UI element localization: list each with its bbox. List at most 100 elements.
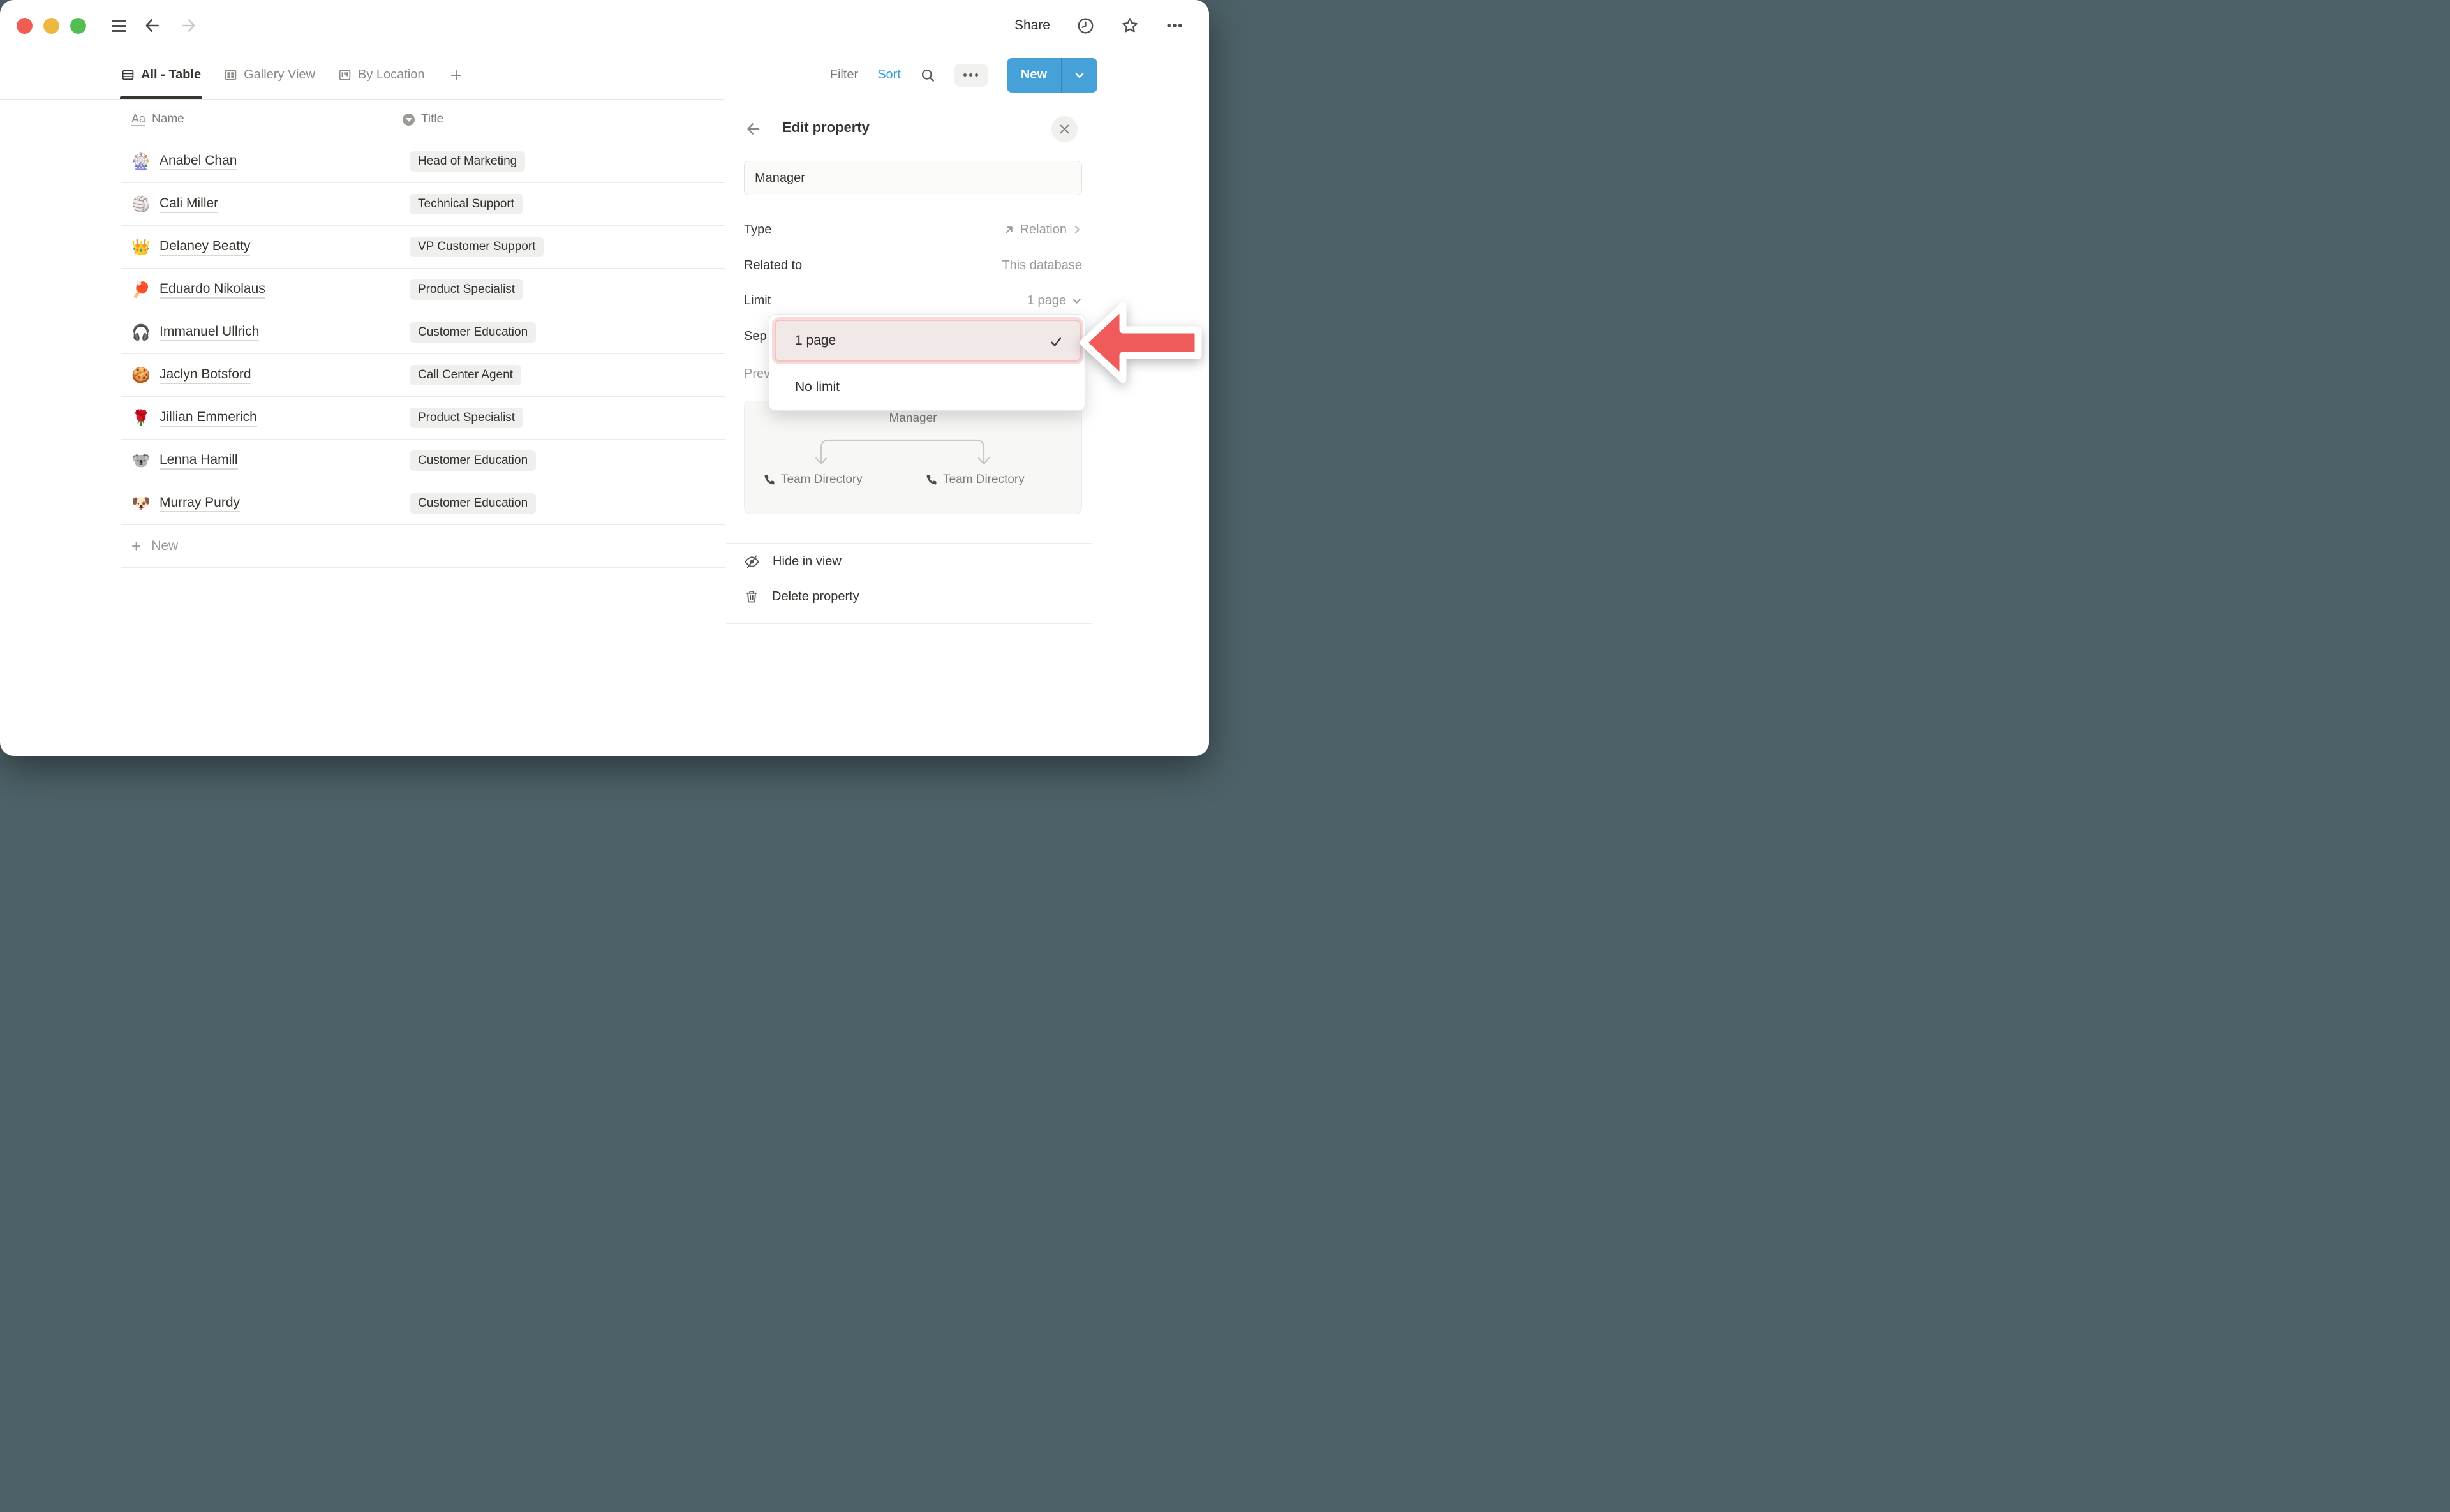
minimize-window-button[interactable] (43, 18, 59, 34)
table-icon (121, 68, 135, 82)
title-cell[interactable]: Call Center Agent (392, 354, 725, 396)
property-value-text: Relation (1020, 223, 1067, 237)
column-header-title[interactable]: Title (392, 99, 725, 140)
sidebar-menu-icon[interactable] (112, 20, 126, 32)
view-tabs: All - Table Gallery View By Location (121, 51, 463, 99)
share-button[interactable]: Share (1014, 18, 1050, 33)
board-icon (338, 68, 352, 82)
filter-button[interactable]: Filter (830, 68, 858, 82)
table-row: 🏐 Cali Miller Technical Support (121, 183, 725, 226)
table-row: 👑 Delaney Beatty VP Customer Support (121, 226, 725, 269)
property-value-type[interactable]: Relation (1003, 223, 1082, 237)
tab-label: Gallery View (244, 68, 315, 82)
history-clock-icon[interactable] (1077, 17, 1094, 34)
page-link[interactable]: Anabel Chan (160, 153, 237, 170)
new-row-button[interactable]: + New (121, 525, 725, 568)
tab-gallery-view[interactable]: Gallery View (224, 51, 315, 99)
page-link[interactable]: Cali Miller (160, 196, 218, 213)
forward-icon[interactable] (179, 16, 198, 35)
title-value: Customer Education (410, 322, 536, 343)
page-emoji: 🏐 (131, 195, 151, 214)
add-view-icon[interactable] (449, 51, 463, 99)
back-icon[interactable] (143, 16, 162, 35)
page-link[interactable]: Jillian Emmerich (160, 410, 257, 427)
delete-property-button[interactable]: Delete property (744, 582, 1082, 611)
view-tabbar: All - Table Gallery View By Location Fil… (0, 51, 1209, 100)
title-cell[interactable]: Customer Education (392, 311, 725, 353)
close-window-button[interactable] (17, 18, 33, 34)
dropdown-item-1-page[interactable]: 1 page (775, 320, 1081, 362)
name-cell[interactable]: 🎡 Anabel Chan (121, 140, 392, 182)
tab-by-location[interactable]: By Location (338, 51, 425, 99)
gallery-icon (224, 68, 237, 82)
database-table: Aa Name Title 🎡 Anabel Chan Head of Marke… (121, 99, 725, 568)
title-cell[interactable]: Customer Education (392, 482, 725, 524)
page-link[interactable]: Eduardo Nikolaus (160, 281, 265, 299)
phone-icon (764, 474, 775, 485)
sort-button[interactable]: Sort (877, 68, 901, 82)
name-cell[interactable]: 🍪Jaclyn Botsford (121, 354, 392, 396)
limit-dropdown-menu: 1 page No limit (769, 314, 1085, 411)
page-link[interactable]: Murray Purdy (160, 495, 240, 512)
title-cell[interactable]: Product Specialist (392, 397, 725, 439)
page-link[interactable]: Delaney Beatty (160, 239, 250, 256)
name-cell[interactable]: 🏐 Cali Miller (121, 183, 392, 225)
trash-icon (744, 589, 759, 604)
titlebar-right: Share (1014, 17, 1209, 34)
property-row-related-to[interactable]: Related to This database (744, 253, 1082, 278)
table-row: 🏓Eduardo Nikolaus Product Specialist (121, 269, 725, 311)
title-cell[interactable]: Product Specialist (392, 269, 725, 311)
property-label: Limit (744, 293, 771, 308)
title-value: Customer Education (410, 493, 536, 514)
preview-child-item: Team Directory (764, 473, 863, 487)
property-row-limit[interactable]: Limit 1 page (744, 288, 1082, 313)
dropdown-item-no-limit[interactable]: No limit (775, 371, 1081, 404)
name-cell[interactable]: 👑 Delaney Beatty (121, 226, 392, 268)
chevron-right-icon (1072, 225, 1082, 235)
name-cell[interactable]: 🎧Immanuel Ullrich (121, 311, 392, 353)
table-row: 🐶Murray Purdy Customer Education (121, 482, 725, 525)
preview-child-label: Team Directory (943, 473, 1025, 487)
more-options-icon[interactable] (1166, 17, 1184, 34)
page-emoji: 🎡 (131, 152, 151, 171)
page-link[interactable]: Immanuel Ullrich (160, 324, 259, 341)
plus-icon: + (131, 538, 141, 554)
relation-preview-card: Manager Team Directory Team Directory (744, 401, 1082, 514)
name-cell[interactable]: 🌹 Jillian Emmerich (121, 397, 392, 439)
dropdown-item-label: No limit (795, 380, 840, 395)
column-label: Name (152, 112, 184, 126)
zoom-window-button[interactable] (70, 18, 86, 34)
back-icon[interactable] (745, 120, 762, 138)
table-row: 🌹 Jillian Emmerich Product Specialist (121, 397, 725, 440)
table-row: 🍪Jaclyn Botsford Call Center Agent (121, 354, 725, 397)
page-emoji: 👑 (131, 238, 151, 256)
property-row-type[interactable]: Type Relation (744, 218, 1082, 242)
favorite-star-icon[interactable] (1121, 17, 1139, 34)
titlebar: Share (0, 0, 1209, 51)
title-cell[interactable]: VP Customer Support (392, 226, 725, 268)
hide-in-view-button[interactable]: Hide in view (744, 547, 1082, 575)
property-name-input[interactable] (744, 161, 1082, 195)
view-more-options-button[interactable] (954, 64, 988, 87)
name-cell[interactable]: 🐶Murray Purdy (121, 482, 392, 524)
title-cell[interactable]: Head of Marketing (392, 140, 725, 182)
name-cell[interactable]: 🏓Eduardo Nikolaus (121, 269, 392, 311)
page-link[interactable]: Lenna Hamill (160, 452, 238, 470)
property-label: Related to (744, 258, 802, 273)
page-link[interactable]: Jaclyn Botsford (160, 367, 251, 384)
tab-label: All - Table (141, 68, 201, 82)
name-cell[interactable]: 🐨Lenna Hamill (121, 440, 392, 482)
title-value: Customer Education (410, 450, 536, 471)
new-button[interactable]: New (1007, 58, 1061, 93)
panel-header: Edit property (725, 110, 1209, 149)
page-emoji: 🌹 (131, 409, 151, 427)
title-cell[interactable]: Technical Support (392, 183, 725, 225)
search-icon[interactable] (920, 68, 935, 83)
new-split-button: New (1007, 58, 1097, 93)
new-dropdown-chevron-down-icon[interactable] (1061, 58, 1097, 93)
column-header-name[interactable]: Aa Name (121, 99, 392, 140)
title-cell[interactable]: Customer Education (392, 440, 725, 482)
tab-all-table[interactable]: All - Table (121, 51, 201, 99)
property-label: Type (744, 223, 771, 237)
close-icon[interactable] (1051, 116, 1078, 142)
